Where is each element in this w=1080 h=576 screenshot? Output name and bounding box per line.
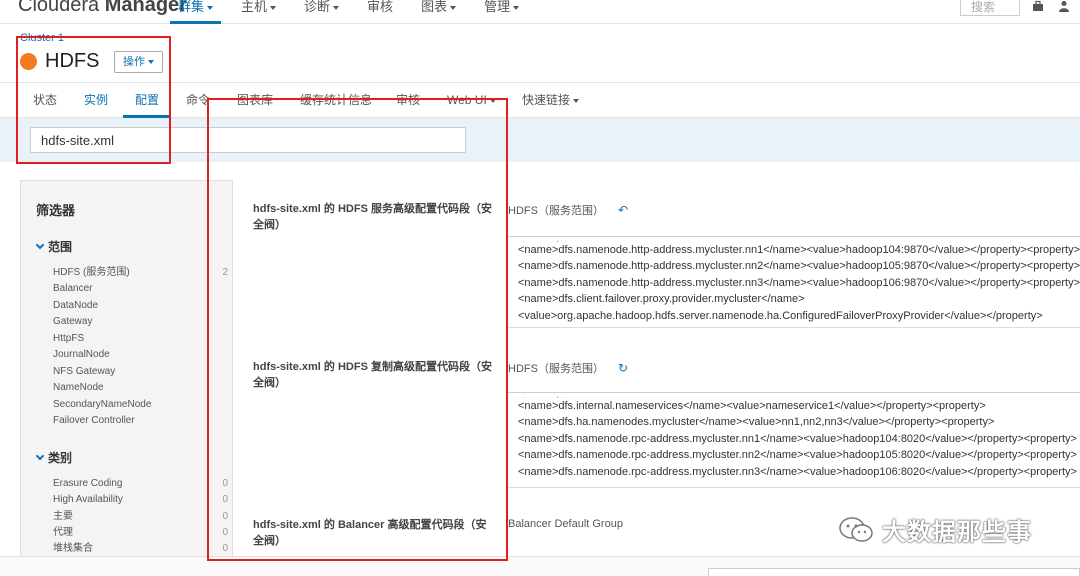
actions-dropdown-button[interactable]: 操作: [114, 51, 163, 73]
code-line: <name>dfs.namenode.http-address.mycluste…: [518, 276, 1080, 289]
filter-item[interactable]: HttpFS: [53, 332, 228, 346]
tab-quick-links[interactable]: 快速链接: [522, 83, 580, 118]
filter-item[interactable]: NFS Gateway: [53, 365, 228, 379]
filter-item[interactable]: Erasure Coding 0: [53, 477, 228, 491]
filter-title: 筛选器: [36, 203, 76, 218]
config-label-balancer-safety-valve: hdfs-site.xml 的 Balancer 高级配置代码段（安全阀）: [253, 519, 487, 547]
caret-down-icon: [148, 60, 154, 65]
code-line: <value>org.apache.hadoop.hdfs.server.nam…: [518, 309, 1043, 322]
global-search-input[interactable]: 搜索: [960, 0, 1020, 16]
nav-item-charts[interactable]: 图表: [413, 0, 464, 24]
filter-group-scope[interactable]: 范围: [35, 238, 72, 255]
highlight-box-center: [207, 98, 508, 561]
filter-item[interactable]: NameNode: [53, 381, 228, 395]
caret-down-icon: [270, 5, 277, 10]
brand-logo[interactable]: Cloudera Manager: [18, 0, 187, 17]
code-line: <name>dfs.ha.namenodes.mycluster</name><…: [518, 416, 995, 429]
nav-item-clusters[interactable]: 群集: [170, 0, 222, 24]
config-search-input[interactable]: [30, 127, 466, 153]
filter-group-category[interactable]: 类别: [35, 449, 72, 466]
briefcase-icon[interactable]: [1032, 0, 1044, 15]
service-status-icon: [20, 53, 37, 70]
refresh-icon[interactable]: ↻: [618, 361, 628, 375]
filter-item[interactable]: 主要 0: [53, 510, 228, 524]
undo-icon[interactable]: ↶: [618, 203, 628, 217]
config-scope: HDFS（服务范围） ↻: [508, 361, 629, 375]
config-label-replication-safety-valve: hdfs-site.xml 的 HDFS 复制高级配置代码段（安全阀）: [253, 361, 492, 389]
tab-commands[interactable]: 命令: [186, 83, 210, 118]
service-header: Cluster 1 HDFS 操作: [0, 25, 1080, 82]
watermark: 大数据那些事: [838, 512, 1032, 547]
tab-web-ui[interactable]: Web UI: [447, 83, 496, 118]
nav-item-audits[interactable]: 审核: [359, 0, 401, 24]
filter-item[interactable]: 堆栈集合 0: [53, 542, 228, 556]
service-tabs: 状态 实例 配置 命令 图表库 缓存统计信息 审核 Web UI 快速链接: [0, 82, 1080, 118]
tab-status[interactable]: 状态: [33, 83, 57, 118]
code-line: <name>dfs.namenode.rpc-address.mycluster…: [518, 449, 1077, 462]
config-label-service-safety-valve: hdfs-site.xml 的 HDFS 服务高级配置代码段（安全阀）: [253, 203, 492, 231]
tab-chart-library[interactable]: 图表库: [237, 83, 273, 118]
caret-down-icon: [573, 98, 580, 103]
chevron-down-icon: [35, 451, 45, 461]
main-menu: 群集 主机 诊断 审核 图表 管理: [170, 0, 539, 24]
filter-item[interactable]: HDFS (服务范围) 2: [53, 266, 228, 280]
nav-item-diagnostics[interactable]: 诊断: [296, 0, 347, 24]
code-line: <name>dfs.namenode.rpc-address.mycluster…: [518, 465, 1077, 478]
config-scope: HDFS（服务范围） ↶: [508, 203, 629, 217]
caret-down-icon: [207, 5, 214, 10]
nav-item-administration[interactable]: 管理: [476, 0, 527, 24]
user-icon[interactable]: [1058, 0, 1070, 15]
wechat-icon: [839, 516, 873, 542]
watermark-text: 大数据那些事: [882, 519, 1032, 546]
config-search-bar: [0, 118, 1080, 162]
tab-audits[interactable]: 审核: [396, 83, 420, 118]
top-navbar: Cloudera Manager 群集 主机 诊断 审核 图表 管理 搜索: [0, 0, 1080, 24]
code-line: <name>dfs.internal.nameservices</name><v…: [518, 400, 986, 412]
filter-item[interactable]: Balancer: [53, 282, 228, 296]
filter-item[interactable]: Failover Controller: [53, 414, 228, 428]
nav-item-hosts[interactable]: 主机: [233, 0, 284, 24]
tab-configuration[interactable]: 配置: [123, 83, 172, 118]
caret-down-icon: [513, 5, 520, 10]
code-line: <name>dfs.namenode.rpc-address.mycluster…: [518, 432, 1077, 445]
bottom-input[interactable]: [708, 568, 1080, 576]
config-textarea-replication[interactable]: <property> <name>dfs.internal.nameservic…: [508, 392, 1080, 488]
filter-item[interactable]: DataNode: [53, 299, 228, 313]
filter-sidebar: 筛选器 范围 HDFS (服务范围) 2 Balancer DataNode Ga…: [20, 180, 233, 560]
code-line: <name>dfs.namenode.http-address.mycluste…: [518, 260, 1080, 273]
service-title: HDFS: [45, 50, 100, 72]
brand-name: Cloudera: [18, 0, 105, 16]
filter-item[interactable]: 代理 0: [53, 526, 228, 540]
caret-down-icon: [333, 5, 340, 10]
tab-instances[interactable]: 实例: [84, 83, 108, 118]
caret-down-icon: [489, 98, 496, 103]
config-textarea-service[interactable]: <property> <name>dfs.namenode.http-addre…: [508, 236, 1080, 328]
code-line: <name>dfs.namenode.http-address.mycluste…: [518, 244, 1080, 256]
bottom-strip: [0, 556, 1080, 576]
filter-item[interactable]: Gateway: [53, 315, 228, 329]
breadcrumb-cluster[interactable]: Cluster 1: [20, 32, 64, 44]
chevron-down-icon: [35, 240, 45, 250]
filter-item[interactable]: JournalNode: [53, 348, 228, 362]
filter-item[interactable]: SecondaryNameNode: [53, 398, 228, 412]
caret-down-icon: [450, 5, 457, 10]
filter-item[interactable]: High Availability 0: [53, 493, 228, 507]
code-line: <name>dfs.client.failover.proxy.provider…: [518, 293, 805, 306]
config-scope: Balancer Default Group: [508, 518, 623, 530]
tab-cache-statistics[interactable]: 缓存统计信息: [300, 83, 372, 118]
